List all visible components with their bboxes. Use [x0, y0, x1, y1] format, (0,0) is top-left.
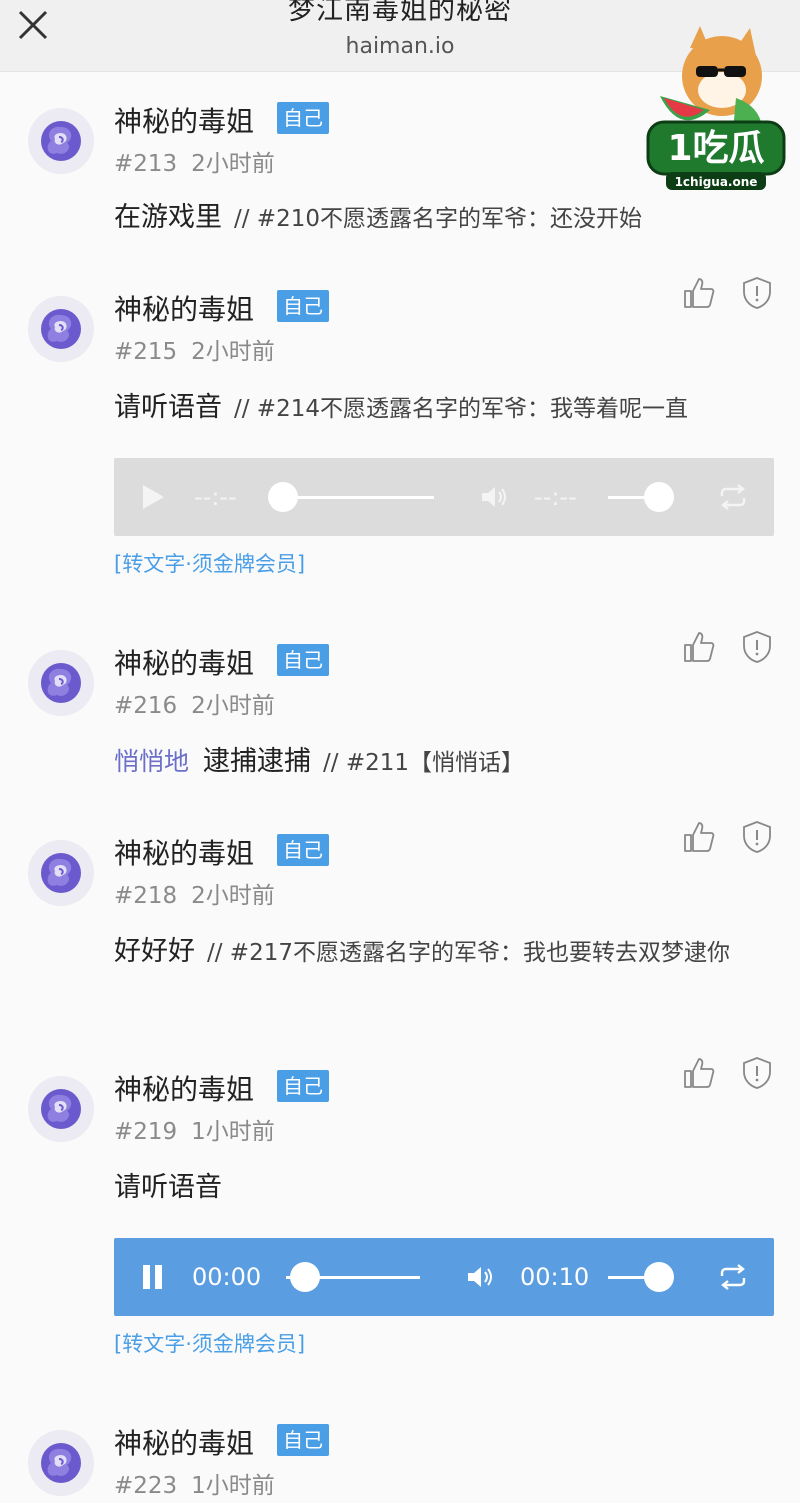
thumbs-up-icon[interactable] [682, 630, 716, 664]
post-content: 请听语音 // #214不愿透露名字的军爷：我等着呢一直 [114, 386, 774, 431]
audio-duration: 00:10 [520, 1263, 590, 1291]
post-actions [682, 1056, 777, 1092]
loop-button[interactable] [718, 458, 748, 536]
post-actions [682, 276, 777, 312]
convert-to-text-link[interactable]: [转文字·须金牌会员] [114, 548, 305, 578]
pause-icon [143, 1265, 162, 1289]
post-content: 请听语音 [114, 1166, 774, 1210]
floor-number: #216 [114, 693, 178, 719]
pause-button[interactable] [140, 1238, 166, 1316]
audio-current-time: --:-- [194, 483, 237, 511]
audio-duration: --:-- [534, 483, 577, 511]
author-name[interactable]: 神秘的毒姐 [114, 832, 254, 872]
self-badge: 自己 [277, 290, 329, 322]
post-actions [682, 630, 777, 666]
volume-button[interactable] [466, 1238, 496, 1316]
progress-track[interactable] [282, 496, 434, 499]
post-text: 逮捕逮捕 [203, 746, 312, 777]
rose-avatar-icon [41, 1089, 81, 1129]
floor-number: #218 [114, 883, 178, 909]
self-badge: 自己 [277, 834, 329, 866]
loop-icon [720, 484, 746, 510]
author-name[interactable]: 神秘的毒姐 [114, 1422, 254, 1462]
quote-reference[interactable]: // #211【悄悄话】 [323, 750, 524, 776]
audio-player: 00:00 00:10 [114, 1238, 774, 1316]
avatar[interactable] [28, 108, 94, 174]
rose-avatar-icon [41, 309, 81, 349]
watermark-logo: 1吃瓜 1chigua.one [646, 26, 786, 190]
floor-number: #215 [114, 339, 178, 365]
volume-icon [482, 487, 506, 507]
quote-reference[interactable]: // #210不愿透露名字的军爷：还没开始 [234, 206, 642, 232]
post-content: 在游戏里 // #210不愿透露名字的军爷：还没开始 [114, 196, 774, 241]
post-actions [682, 820, 777, 856]
author-name[interactable]: 神秘的毒姐 [114, 288, 254, 328]
volume-handle[interactable] [644, 1262, 674, 1292]
post-text: 请听语音 [114, 1172, 222, 1203]
audio-current-time: 00:00 [192, 1263, 262, 1291]
report-shield-icon[interactable] [742, 820, 772, 854]
post-text: 在游戏里 [114, 202, 222, 233]
avatar[interactable] [28, 840, 94, 906]
rose-avatar-icon [41, 1443, 81, 1483]
progress-handle[interactable] [290, 1262, 320, 1292]
play-icon [143, 485, 164, 509]
report-shield-icon[interactable] [742, 276, 772, 310]
post-time: 1小时前 [191, 1119, 275, 1145]
self-badge: 自己 [277, 1424, 329, 1456]
post-time: 2小时前 [191, 151, 275, 177]
rose-avatar-icon [41, 853, 81, 893]
author-name[interactable]: 神秘的毒姐 [114, 1068, 254, 1108]
report-shield-icon[interactable] [742, 630, 772, 664]
avatar[interactable] [28, 1430, 94, 1496]
post-meta: #215 2小时前 [114, 332, 275, 366]
floor-number: #223 [114, 1473, 178, 1499]
post-meta: #213 2小时前 [114, 144, 275, 178]
avatar[interactable] [28, 650, 94, 716]
thumbs-up-icon[interactable] [682, 276, 716, 310]
post-meta: #219 1小时前 [114, 1112, 275, 1146]
thumbs-up-icon[interactable] [682, 1056, 716, 1090]
audio-player: --:-- --:-- [114, 458, 774, 536]
post-content: 好好好 // #217不愿透露名字的军爷：我也要转去双梦逮你 [114, 930, 774, 975]
self-badge: 自己 [277, 102, 329, 134]
post-text: 请听语音 [114, 392, 222, 423]
svg-text:1chigua.one: 1chigua.one [675, 175, 758, 189]
loop-icon [720, 1264, 746, 1290]
rose-avatar-icon [41, 663, 81, 703]
convert-to-text-link[interactable]: [转文字·须金牌会员] [114, 1328, 305, 1358]
volume-icon [468, 1267, 492, 1287]
avatar[interactable] [28, 1076, 94, 1142]
rose-avatar-icon [41, 121, 81, 161]
post-content: 悄悄地 逮捕逮捕 // #211【悄悄话】 [114, 740, 774, 785]
post-time: 1小时前 [191, 1473, 275, 1499]
post-meta: #223 1小时前 [114, 1466, 275, 1500]
author-name[interactable]: 神秘的毒姐 [114, 100, 254, 140]
floor-number: #219 [114, 1119, 178, 1145]
post-time: 2小时前 [191, 693, 275, 719]
report-shield-icon[interactable] [742, 1056, 772, 1090]
post-text: 好好好 [114, 936, 195, 967]
self-badge: 自己 [277, 1070, 329, 1102]
self-badge: 自己 [277, 644, 329, 676]
whisper-tag: 悄悄地 [114, 747, 190, 776]
progress-handle[interactable] [268, 482, 298, 512]
avatar[interactable] [28, 296, 94, 362]
post-time: 2小时前 [191, 883, 275, 909]
volume-button[interactable] [480, 458, 510, 536]
quote-reference[interactable]: // #217不愿透露名字的军爷：我也要转去双梦逮你 [207, 940, 730, 966]
thumbs-up-icon[interactable] [682, 820, 716, 854]
post-time: 2小时前 [191, 339, 275, 365]
svg-text:1吃瓜: 1吃瓜 [667, 128, 764, 169]
post-meta: #216 2小时前 [114, 686, 275, 720]
post-meta: #218 2小时前 [114, 876, 275, 910]
volume-handle[interactable] [644, 482, 674, 512]
quote-reference[interactable]: // #214不愿透露名字的军爷：我等着呢一直 [234, 396, 688, 422]
play-button[interactable] [140, 458, 166, 536]
loop-button[interactable] [718, 1238, 748, 1316]
author-name[interactable]: 神秘的毒姐 [114, 642, 254, 682]
floor-number: #213 [114, 151, 178, 177]
